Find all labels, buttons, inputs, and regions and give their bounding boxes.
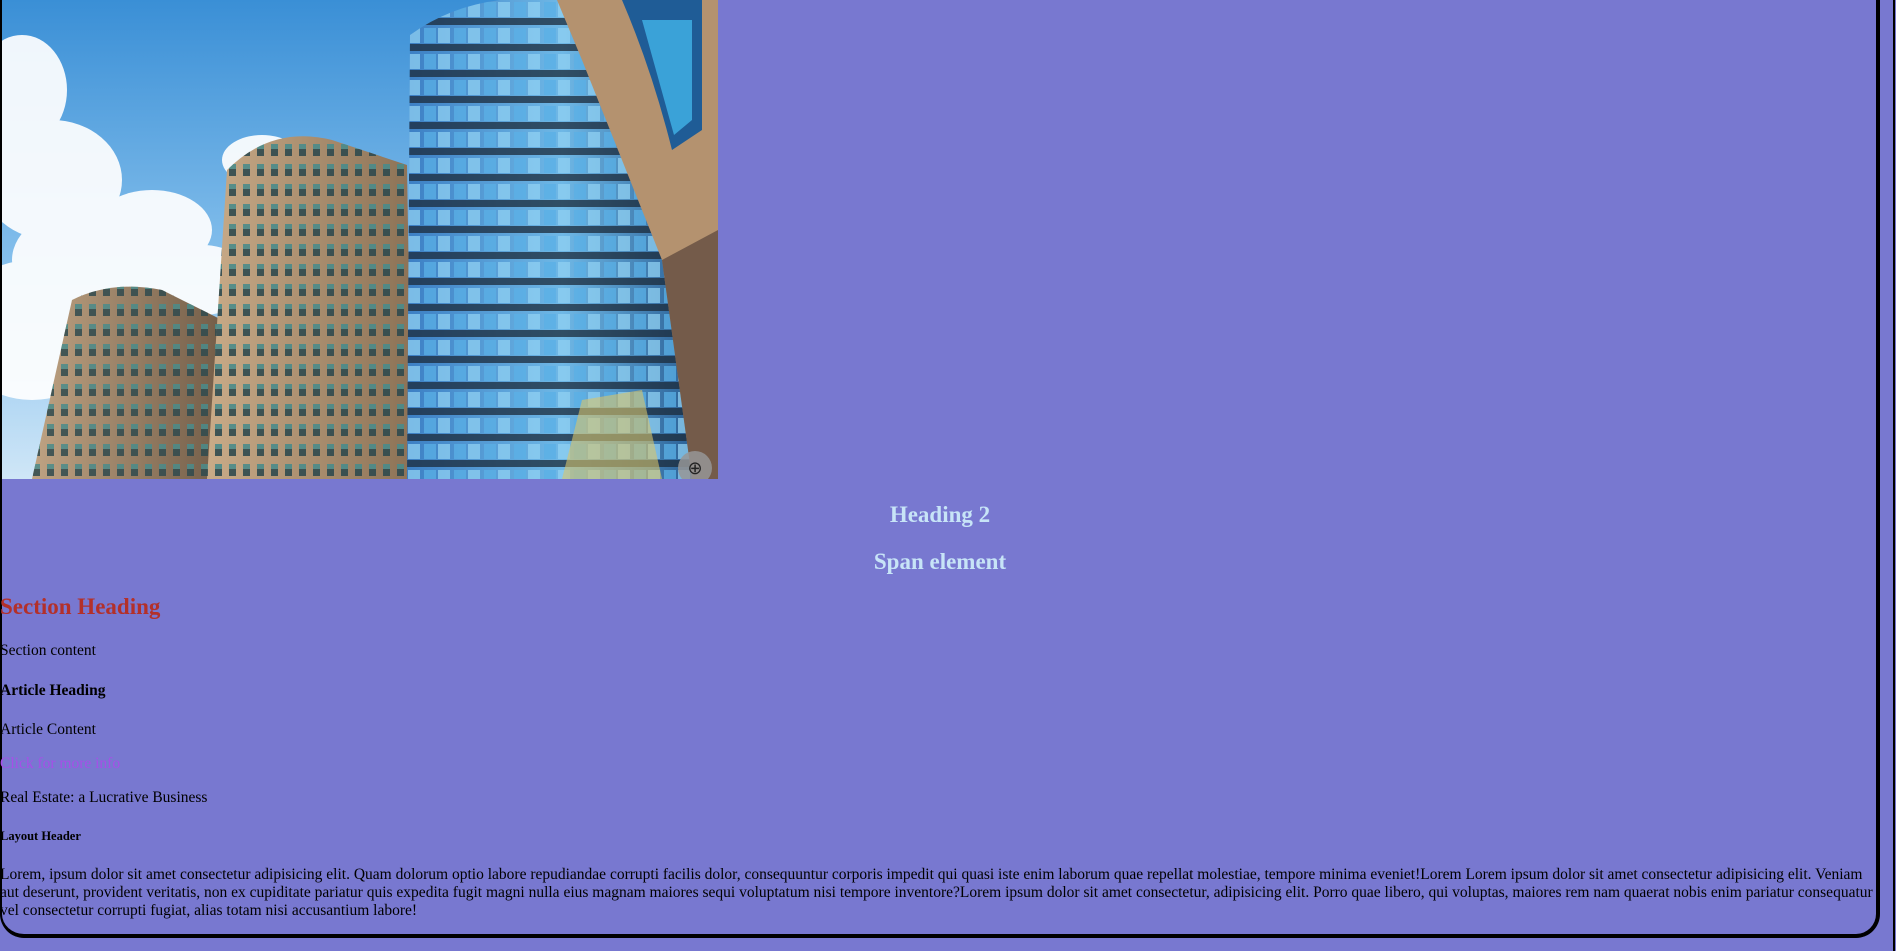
office-buildings-photo: [2, 0, 718, 479]
zoom-in-icon[interactable]: ⊕: [678, 451, 712, 479]
article-content: Article Content: [0, 721, 96, 738]
heading-2: Heading 2: [889, 502, 991, 527]
layout-header: Layout Header: [0, 829, 81, 843]
section-heading: Section Heading: [0, 594, 161, 619]
section-content: Section content: [0, 642, 96, 659]
span-element: Span element: [873, 549, 1007, 574]
hero-image[interactable]: ⊕: [2, 0, 718, 479]
lorem-paragraph: Lorem, ipsum dolor sit amet consectetur …: [0, 866, 1873, 919]
more-info-link[interactable]: Click for more info: [0, 755, 120, 773]
tagline: Real Estate: a Lucrative Business: [0, 789, 208, 806]
article-heading: Article Heading: [0, 682, 106, 699]
scrollbar-edge: [1893, 0, 1895, 951]
